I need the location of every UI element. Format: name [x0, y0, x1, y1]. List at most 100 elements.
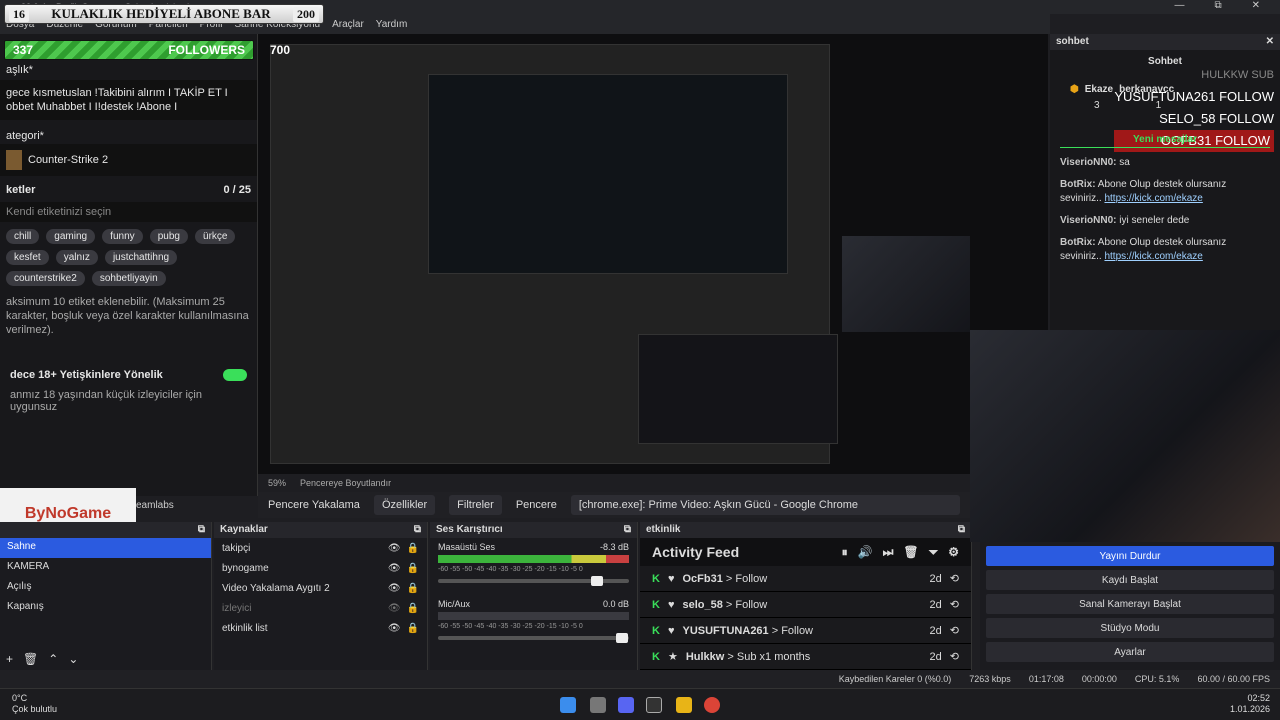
skip-icon[interactable]: ⏭: [883, 545, 894, 560]
replay-icon[interactable]: ⟲: [950, 650, 959, 663]
eye-icon[interactable]: 👁: [388, 563, 401, 574]
scene-item[interactable]: KAMERA: [0, 558, 211, 578]
dock-menu-icon[interactable]: ⧉: [958, 524, 965, 536]
lock-icon[interactable]: 🔒: [407, 623, 419, 634]
filters-button[interactable]: Filtreler: [449, 495, 502, 515]
tag-chip[interactable]: ürkçe: [195, 229, 236, 244]
sources-dock: Kaynaklar ⧉ takipçi 👁 🔒 bynogame 👁 🔒 Video Ya…: [214, 522, 428, 670]
replay-icon[interactable]: ⟲: [950, 598, 959, 611]
volume-meter: [438, 612, 629, 620]
settings-button[interactable]: Ayarlar: [986, 642, 1274, 662]
discord-icon[interactable]: [618, 697, 634, 713]
activity-age: 2d: [929, 650, 942, 663]
abone-title: KULAKLIK HEDİYELİ ABONE BAR: [51, 6, 271, 21]
tag-chip[interactable]: pubg: [149, 229, 188, 244]
dock-menu-icon[interactable]: ⧉: [624, 524, 631, 536]
eye-icon[interactable]: 👁: [388, 583, 401, 594]
filter-icon[interactable]: ⏷: [929, 545, 939, 560]
activity-row[interactable]: K ♥ OcFb31 > Follow 2d ⟲: [640, 566, 971, 592]
new-messages-divider: Yeni mesajlar: [1060, 134, 1270, 148]
category-select[interactable]: Counter-Strike 2: [0, 144, 257, 176]
volume-slider[interactable]: [438, 576, 629, 586]
replay-icon[interactable]: ⟲: [950, 624, 959, 637]
scene-item[interactable]: Sahne: [0, 538, 211, 558]
chat-message: BotRix: Abone Olup destek olursanız sevi…: [1050, 174, 1280, 210]
controls-dock: Yayını Durdur Kaydı Başlat Sanal Kameray…: [980, 542, 1280, 670]
tag-chip[interactable]: gaming: [46, 229, 96, 244]
source-item[interactable]: izleyici 👁 🔒: [214, 598, 427, 618]
close-button[interactable]: ✕: [1252, 0, 1260, 14]
kick-icon: K: [652, 650, 660, 663]
fit-dropdown[interactable]: Pencereye Boyutlandır: [300, 478, 391, 488]
scene-item[interactable]: Açılış: [0, 578, 211, 598]
tags-input[interactable]: Kendi etiketinizi seçin: [0, 202, 257, 222]
channel-db: -8.3 dB: [599, 542, 629, 552]
dock-menu-icon[interactable]: ⧉: [414, 524, 421, 536]
move-up-icon[interactable]: ⌃: [48, 652, 58, 666]
obs-icon[interactable]: [646, 697, 662, 713]
preview-bar: 59% Pencereye Boyutlandır: [258, 474, 970, 492]
lock-icon[interactable]: 🔒: [407, 583, 419, 594]
alert-text: SELO_58 FOLLOW: [1159, 111, 1274, 126]
tag-chip[interactable]: chill: [6, 229, 40, 244]
trash-icon[interactable]: 🗑: [903, 545, 918, 560]
taskview-icon[interactable]: [590, 697, 606, 713]
tag-chip[interactable]: kesfet: [6, 250, 49, 265]
tag-chip[interactable]: yalnız: [55, 250, 98, 265]
move-down-icon[interactable]: ⌄: [68, 652, 78, 666]
dock-menu-icon[interactable]: ⧉: [198, 524, 205, 536]
tag-chip[interactable]: justchattihng: [104, 250, 178, 265]
chat-link[interactable]: https://kick.com/ekaze: [1104, 193, 1202, 204]
maximize-button[interactable]: ⧉: [1214, 0, 1221, 14]
source-item[interactable]: takipçi 👁 🔒: [214, 538, 427, 558]
source-item[interactable]: etkinlik list 👁 🔒: [214, 618, 427, 638]
tag-chip[interactable]: funny: [102, 229, 143, 244]
activity-action: > Follow: [771, 624, 814, 637]
lock-icon[interactable]: 🔒: [407, 563, 419, 574]
chrome-icon[interactable]: [704, 697, 720, 713]
source-item[interactable]: Video Yakalama Aygıtı 2 👁 🔒: [214, 578, 427, 598]
close-icon[interactable]: ✕: [1266, 36, 1274, 48]
minimize-button[interactable]: —: [1174, 0, 1184, 14]
properties-button[interactable]: Özellikler: [373, 495, 436, 515]
menu-help[interactable]: Yardım: [376, 19, 408, 30]
replay-icon[interactable]: ⟲: [950, 572, 959, 585]
start-recording-button[interactable]: Kaydı Başlat: [986, 570, 1274, 590]
activity-row[interactable]: K ♥ YUSUFTUNA261 > Follow 2d ⟲: [640, 618, 971, 644]
gear-icon[interactable]: ⚙: [948, 545, 959, 560]
activity-user: selo_58: [682, 598, 723, 611]
folder-icon[interactable]: [676, 697, 692, 713]
eye-hidden-icon[interactable]: 👁: [388, 603, 401, 614]
source-item[interactable]: bynogame 👁 🔒: [214, 558, 427, 578]
adult-toggle[interactable]: [223, 369, 247, 381]
title-input[interactable]: gece kısmetuslan !Takibini alırım I TAKİ…: [0, 80, 257, 120]
start-virtual-camera-button[interactable]: Sanal Kamerayı Başlat: [986, 594, 1274, 614]
streamlabs-tab[interactable]: eamlabs: [136, 500, 208, 511]
add-icon[interactable]: +: [6, 652, 13, 666]
followers-count: 337: [13, 43, 34, 57]
chat-link[interactable]: https://kick.com/ekaze: [1104, 251, 1202, 262]
tag-chip[interactable]: sohbetliyayin: [91, 271, 166, 286]
volume-slider[interactable]: [438, 633, 629, 643]
scene-item[interactable]: Kapanış: [0, 598, 211, 618]
volume-icon[interactable]: 🔊: [858, 545, 873, 560]
activity-feed-dock: etkinlik ⧉ Activity Feed ⏸ 🔊 ⏭ 🗑 ⏷ ⚙ K ♥ Oc…: [640, 522, 972, 670]
lock-icon[interactable]: 🔒: [407, 603, 419, 614]
eye-icon[interactable]: 👁: [388, 543, 401, 554]
delete-icon[interactable]: 🗑: [23, 652, 38, 666]
menu-tools[interactable]: Araçlar: [332, 19, 364, 30]
chat-user: ViserioNN0:: [1060, 215, 1117, 226]
stop-stream-button[interactable]: Yayını Durdur: [986, 546, 1274, 566]
eye-icon[interactable]: 👁: [388, 623, 401, 634]
window-select[interactable]: [chrome.exe]: Prime Video: Aşkın Gücü - …: [570, 495, 960, 515]
weather-desc: Çok bulutlu: [12, 704, 58, 714]
tag-chip[interactable]: counterstrike2: [6, 271, 85, 286]
start-icon[interactable]: [560, 697, 576, 713]
studio-mode-button[interactable]: Stüdyo Modu: [986, 618, 1274, 638]
activity-row[interactable]: K ♥ selo_58 > Follow 2d ⟲: [640, 592, 971, 618]
lock-icon[interactable]: 🔒: [407, 543, 419, 554]
pause-icon[interactable]: ⏸: [842, 545, 848, 560]
activity-age: 2d: [929, 572, 942, 585]
activity-row[interactable]: K ★ Hulkkw > Sub x1 months 2d ⟲: [640, 644, 971, 670]
zoom-level[interactable]: 59%: [268, 478, 286, 488]
